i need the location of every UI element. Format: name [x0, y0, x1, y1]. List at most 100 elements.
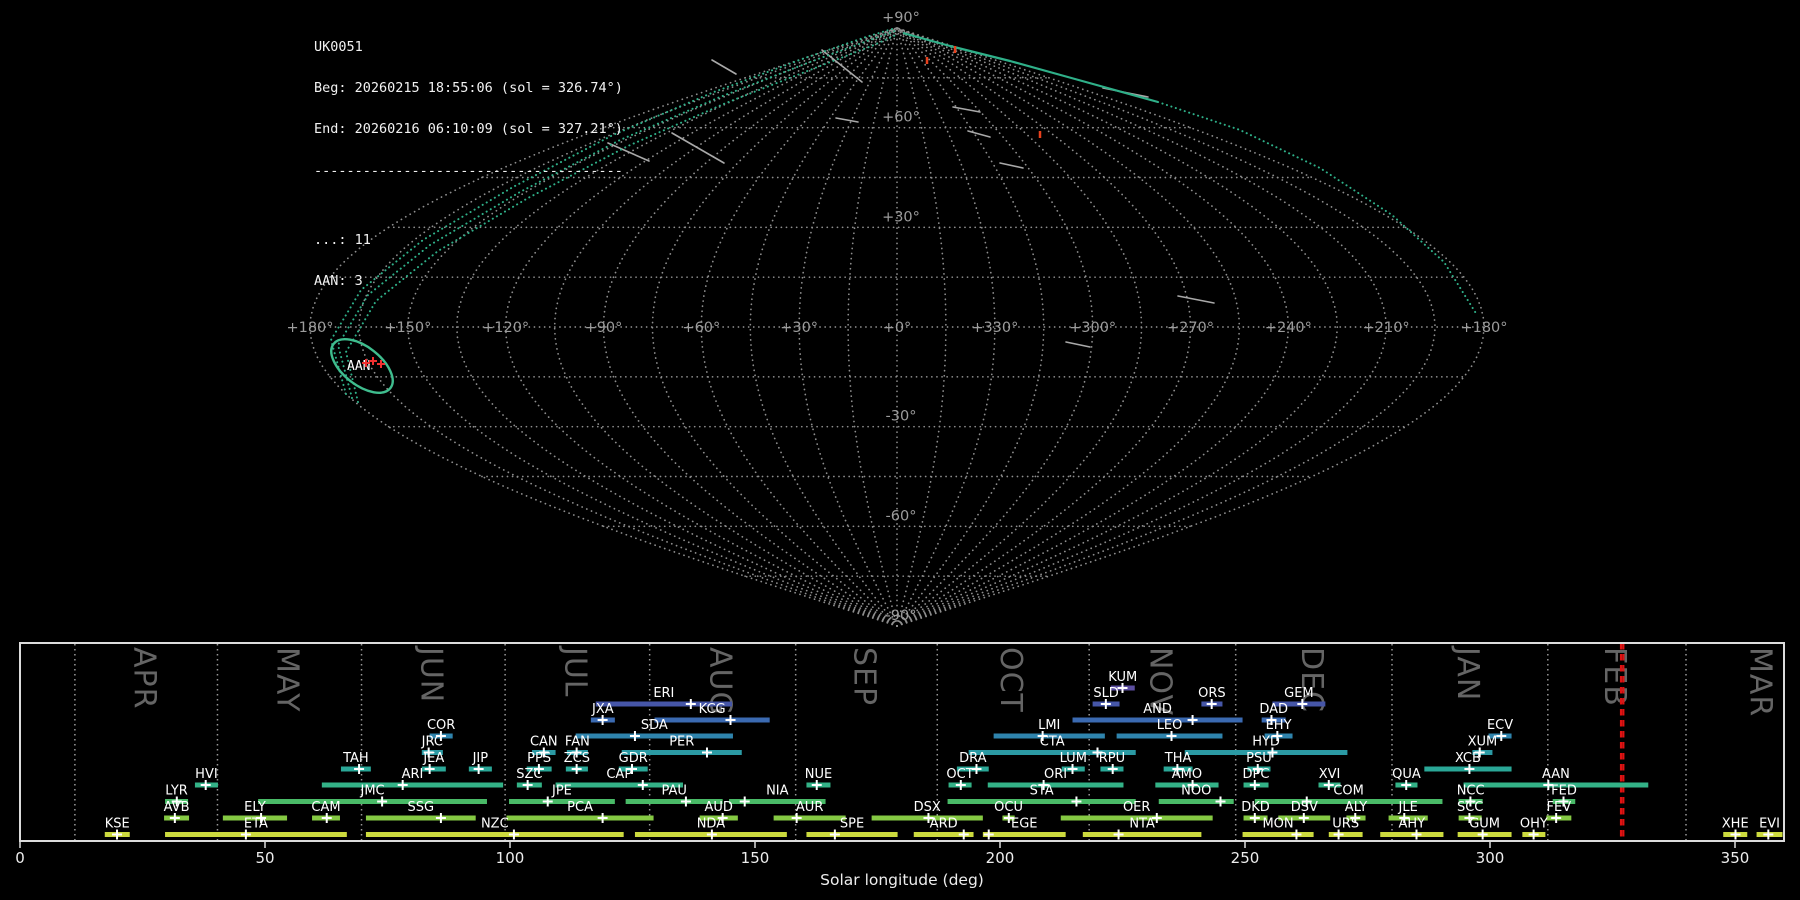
latitude-label: -90°	[886, 608, 917, 624]
meteor-observation-screen: +180° +150° +120° +90° +60° +30° +0° +330° +300°…	[0, 0, 1800, 900]
shower-code-label: ALY	[1345, 800, 1367, 815]
shower-code-label: NIA	[766, 784, 789, 799]
shower-code-label: MON	[1262, 817, 1293, 832]
shower-code-label: PCA	[567, 800, 593, 815]
shower-activity-bar	[165, 832, 347, 837]
meteor-trail	[1065, 341, 1091, 348]
shower-code-label: SDA	[641, 718, 668, 733]
shower-activity-bar	[365, 832, 624, 837]
shower-code-label: JMC	[359, 784, 384, 799]
shower-code-label: EVI	[1759, 817, 1780, 832]
latitude-label: +30°	[882, 209, 920, 225]
shower-code-label: TAH	[342, 751, 369, 766]
shower-code-label: XCB	[1455, 751, 1481, 766]
shower-activity-bar	[321, 782, 504, 788]
shower-code-label: CAM	[311, 800, 340, 815]
aan-track-dotted	[1157, 101, 1478, 316]
x-tick-label: 200	[986, 849, 1015, 867]
shower-activity-bar	[654, 717, 770, 723]
shower-code-label: PER	[669, 735, 694, 750]
shower-code-label: JPE	[551, 784, 572, 799]
meteor-trail	[999, 162, 1024, 169]
shower-KSE: KSE	[105, 817, 130, 840]
shower-QUA: QUA	[1392, 767, 1421, 790]
shower-code-label: RPU	[1099, 751, 1125, 766]
shower-XCB: XCB	[1424, 751, 1512, 774]
longitude-label: +240°	[1265, 320, 1312, 336]
shower-code-label: ECV	[1487, 718, 1513, 733]
shower-code-label: DRA	[959, 751, 987, 766]
shower-code-label: AHY	[1399, 817, 1426, 832]
shower-code-label: KUM	[1108, 670, 1137, 685]
end-time-line: End: 20260216 06:10:09 (sol = 327.21°)	[314, 121, 623, 138]
sporadic-meteor-trails	[607, 49, 1215, 348]
shower-code-label: SSG	[408, 800, 435, 815]
shower-code-label: XVI	[1319, 767, 1341, 782]
shower-code-label: OCT	[946, 767, 973, 782]
shower-code-label: SCC	[1457, 800, 1483, 815]
aan-track-solid	[902, 31, 1159, 104]
meteor-trail	[967, 130, 991, 138]
shower-code-label: GEM	[1284, 686, 1314, 701]
month-label: MAR	[1742, 647, 1777, 717]
shower-code-label: JEA	[422, 751, 444, 766]
month-label: JUN	[414, 645, 449, 703]
month-label: JAN	[1450, 645, 1485, 701]
shower-code-label: NCC	[1457, 784, 1485, 799]
shower-activity-bar	[1082, 832, 1202, 837]
shower-code-label: DPC	[1243, 767, 1270, 782]
meteor-trail	[835, 117, 859, 123]
shower-code-label: ARI	[402, 767, 424, 782]
latitude-label: -30°	[886, 409, 917, 425]
x-tick-label: 250	[1231, 849, 1260, 867]
shower-code-label: AMO	[1172, 767, 1202, 782]
shower-code-label: STA	[1030, 784, 1054, 799]
shower-ORS: ORS	[1198, 686, 1226, 709]
shower-code-label: NOO	[1181, 784, 1211, 799]
longitude-label: +90°	[585, 320, 623, 336]
timeline-x-axis: 0 50 100 150 200 250 300 350 Solar longitude (de…	[15, 841, 1749, 889]
shower-NUE: NUE	[805, 767, 832, 790]
longitude-label: +180°	[286, 320, 333, 336]
shower-code-label: AVB	[164, 800, 190, 815]
shower-code-label: ARD	[930, 817, 958, 832]
shower-code-label: AUD	[705, 800, 733, 815]
shower-code-label: PAU	[661, 784, 686, 799]
x-tick-label: 0	[15, 849, 25, 867]
shower-code-label: ETA	[244, 817, 268, 832]
shower-activity-bar	[1242, 832, 1314, 837]
shower-URS: URS	[1328, 817, 1363, 840]
latitude-label: +60°	[882, 110, 920, 126]
shower-code-label: HVI	[195, 767, 218, 782]
shower-FEV: FEV	[1546, 800, 1572, 823]
shower-OHY: OHY	[1520, 817, 1548, 840]
shower-RPU: RPU	[1099, 751, 1125, 774]
shower-SLD: SLD	[1092, 686, 1120, 709]
shower-code-label: OCU	[994, 800, 1023, 815]
shower-code-label: NZC	[481, 817, 509, 832]
meteor-trail	[711, 59, 737, 75]
shower-activity-bar	[509, 799, 615, 804]
shower-code-label: URS	[1332, 817, 1359, 832]
longitude-label: +270°	[1167, 320, 1214, 336]
x-axis-title: Solar longitude (deg)	[820, 871, 984, 889]
shower-activity-bar	[258, 799, 487, 804]
station-id: UK0051	[314, 38, 363, 55]
shower-code-label: DKD	[1241, 800, 1270, 815]
shower-code-label: LEO	[1157, 718, 1183, 733]
shower-JEA: JEA	[421, 751, 446, 774]
latitude-label: -60°	[886, 508, 917, 524]
shower-code-label: OHY	[1520, 817, 1548, 832]
shower-code-label: AUR	[796, 800, 823, 815]
info-panel: UK0051 Beg: 20260215 18:55:06 (sol = 326…	[314, 13, 623, 317]
shower-code-label: PSU	[1246, 751, 1272, 766]
shower-code-label: COM	[1333, 784, 1364, 799]
longitude-label: +330°	[971, 320, 1018, 336]
shower-code-label: NUE	[805, 767, 832, 782]
x-tick-label: 300	[1476, 849, 1505, 867]
month-label: MAY	[270, 647, 305, 712]
shower-code-label: LMI	[1038, 718, 1060, 733]
shower-activity-bar	[947, 799, 1136, 804]
shower-TAH: TAH	[340, 751, 371, 774]
shower-activity-bar	[982, 832, 1066, 837]
